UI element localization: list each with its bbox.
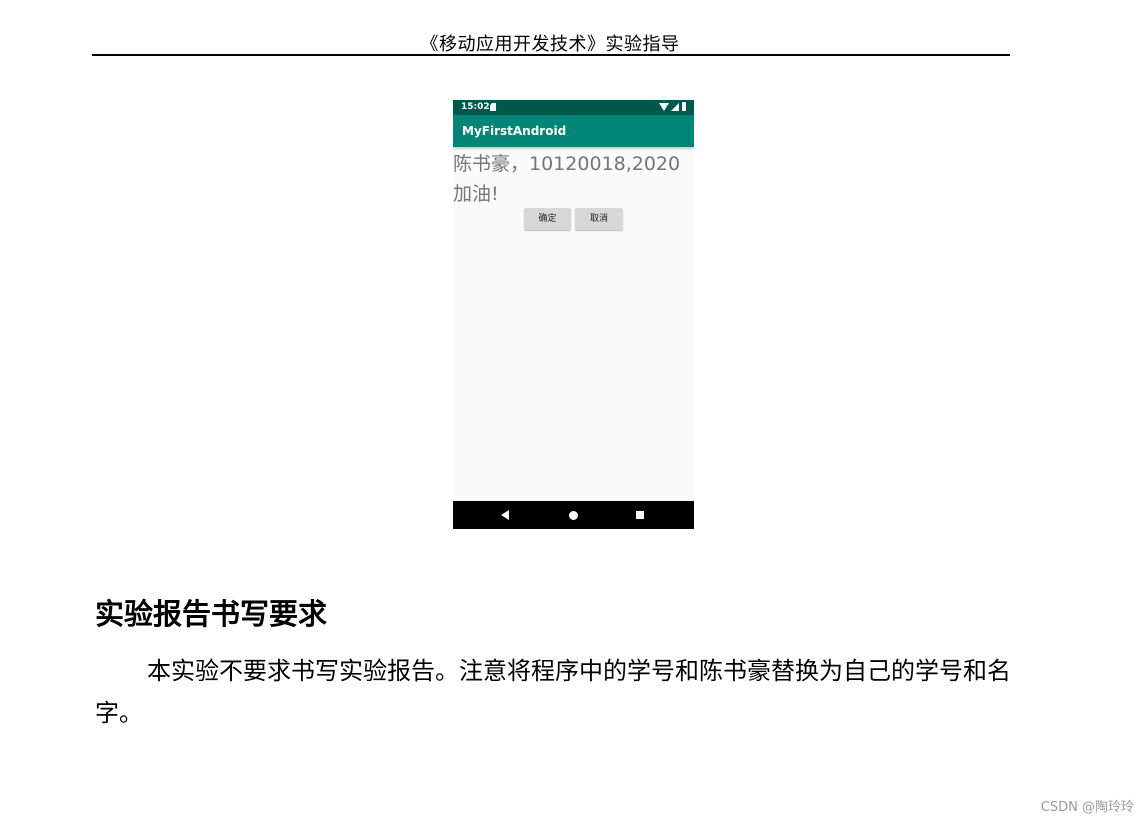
cancel-button[interactable]: 取消 xyxy=(575,208,623,230)
wifi-icon xyxy=(659,103,669,111)
watermark: CSDN @陶玲玲 xyxy=(1040,800,1134,815)
ok-button[interactable]: 确定 xyxy=(524,208,571,230)
message-text: 陈书豪，10120018,2020加油! xyxy=(453,153,681,205)
back-icon[interactable] xyxy=(501,510,509,520)
sim-card-icon xyxy=(490,103,496,111)
status-time: 15:02 xyxy=(461,102,490,112)
battery-icon xyxy=(682,102,686,111)
phone-screenshot: 15:02 MyFirstAndroid 陈书豪，10120018,2020加油… xyxy=(453,100,694,529)
signal-icon xyxy=(671,103,679,111)
section-heading: 实验报告书写要求 xyxy=(95,597,328,631)
home-icon[interactable] xyxy=(569,511,578,520)
app-bar: MyFirstAndroid xyxy=(453,115,694,147)
status-bar: 15:02 xyxy=(453,100,694,115)
recents-icon[interactable] xyxy=(636,511,644,519)
body-paragraph: 本实验不要求书写实验报告。注意将程序中的学号和陈书豪替换为自己的学号和名字。 xyxy=(95,657,1011,727)
header-rule xyxy=(92,54,1010,56)
app-title: MyFirstAndroid xyxy=(462,124,567,138)
nav-bar xyxy=(453,501,694,529)
running-header: 《移动应用开发技术》实验指导 xyxy=(420,34,680,55)
